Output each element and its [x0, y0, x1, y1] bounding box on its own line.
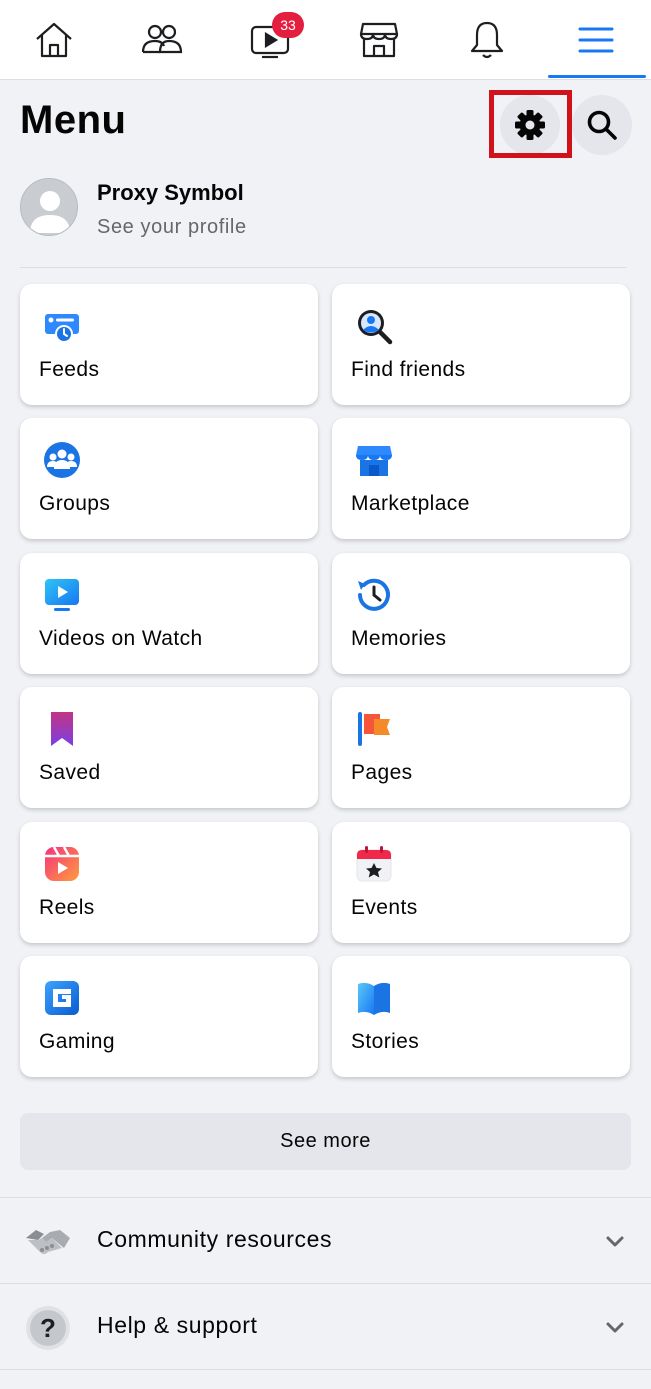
notifications-icon	[470, 21, 504, 59]
friends-icon	[141, 24, 183, 54]
shortcut-gaming[interactable]: Gaming	[20, 956, 318, 1077]
shortcut-label: Pages	[351, 761, 413, 784]
section-community-resources[interactable]: Community resources	[0, 1197, 651, 1283]
shortcut-stories[interactable]: Stories	[332, 956, 630, 1077]
shortcut-label: Gaming	[39, 1030, 115, 1053]
handshake-icon	[26, 1230, 70, 1254]
svg-text:?: ?	[40, 1313, 56, 1343]
shortcut-videos-on-watch[interactable]: Videos on Watch	[20, 553, 318, 674]
shortcut-label: Videos on Watch	[39, 627, 203, 650]
see-more-button[interactable]: See more	[20, 1113, 631, 1170]
section-partial	[0, 1369, 651, 1389]
pages-icon	[358, 712, 390, 746]
page-title: Menu	[20, 98, 127, 142]
shortcut-reels[interactable]: Reels	[20, 822, 318, 943]
shortcut-events[interactable]: Events	[332, 822, 630, 943]
profile-subtitle: See your profile	[97, 216, 247, 238]
home-icon	[36, 22, 72, 58]
profile-row[interactable]: Proxy Symbol See your profile	[20, 178, 631, 248]
reels-icon	[45, 846, 79, 881]
shortcut-label: Marketplace	[351, 492, 470, 515]
settings-highlight-box	[489, 90, 572, 158]
search-button[interactable]	[572, 95, 632, 155]
stories-icon	[358, 982, 390, 1015]
section-help-support[interactable]: ? Help & support	[0, 1283, 651, 1369]
groups-icon	[44, 442, 80, 478]
avatar	[20, 178, 78, 236]
shortcut-label: Saved	[39, 761, 101, 784]
gaming-icon	[45, 981, 79, 1015]
default-avatar-icon	[21, 179, 77, 235]
shortcut-find-friends[interactable]: Find friends	[332, 284, 630, 405]
shortcut-label: Memories	[351, 627, 447, 650]
marketplace-icon	[356, 446, 392, 476]
shortcut-label: Find friends	[351, 358, 466, 381]
divider	[20, 267, 626, 268]
shortcut-marketplace[interactable]: Marketplace	[332, 418, 630, 539]
feeds-icon	[45, 314, 79, 343]
section-label: Help & support	[97, 1312, 258, 1338]
shortcut-feeds[interactable]: Feeds	[20, 284, 318, 405]
watch-badge: 33	[272, 12, 304, 38]
search-icon	[587, 110, 617, 140]
shortcut-saved[interactable]: Saved	[20, 687, 318, 808]
chevron-down-icon	[606, 1236, 624, 1247]
nav-watch[interactable]	[216, 0, 324, 80]
menu-icon	[578, 27, 614, 53]
section-label: Community resources	[97, 1226, 333, 1252]
active-tab-indicator	[548, 75, 646, 78]
video-icon	[45, 579, 79, 611]
saved-icon	[51, 712, 73, 746]
shortcut-label: Stories	[351, 1030, 420, 1053]
help-icon: ?	[26, 1306, 70, 1350]
marketplace-icon	[359, 22, 399, 58]
shortcut-label: Feeds	[39, 358, 100, 381]
shortcut-groups[interactable]: Groups	[20, 418, 318, 539]
memories-icon	[358, 578, 390, 611]
shortcut-pages[interactable]: Pages	[332, 687, 630, 808]
shortcut-label: Events	[351, 896, 418, 919]
nav-home[interactable]	[0, 0, 108, 80]
nav-friends[interactable]	[108, 0, 216, 80]
shortcut-memories[interactable]: Memories	[332, 553, 630, 674]
nav-marketplace[interactable]	[325, 0, 433, 80]
nav-notifications[interactable]	[433, 0, 541, 80]
nav-menu[interactable]	[542, 0, 650, 80]
events-icon	[356, 846, 392, 882]
profile-name: Proxy Symbol	[97, 180, 244, 205]
shortcut-label: Reels	[39, 896, 95, 919]
chevron-down-icon	[606, 1322, 624, 1333]
top-navigation: 33	[0, 0, 651, 80]
find-friends-icon	[358, 310, 393, 345]
shortcut-label: Groups	[39, 492, 111, 515]
